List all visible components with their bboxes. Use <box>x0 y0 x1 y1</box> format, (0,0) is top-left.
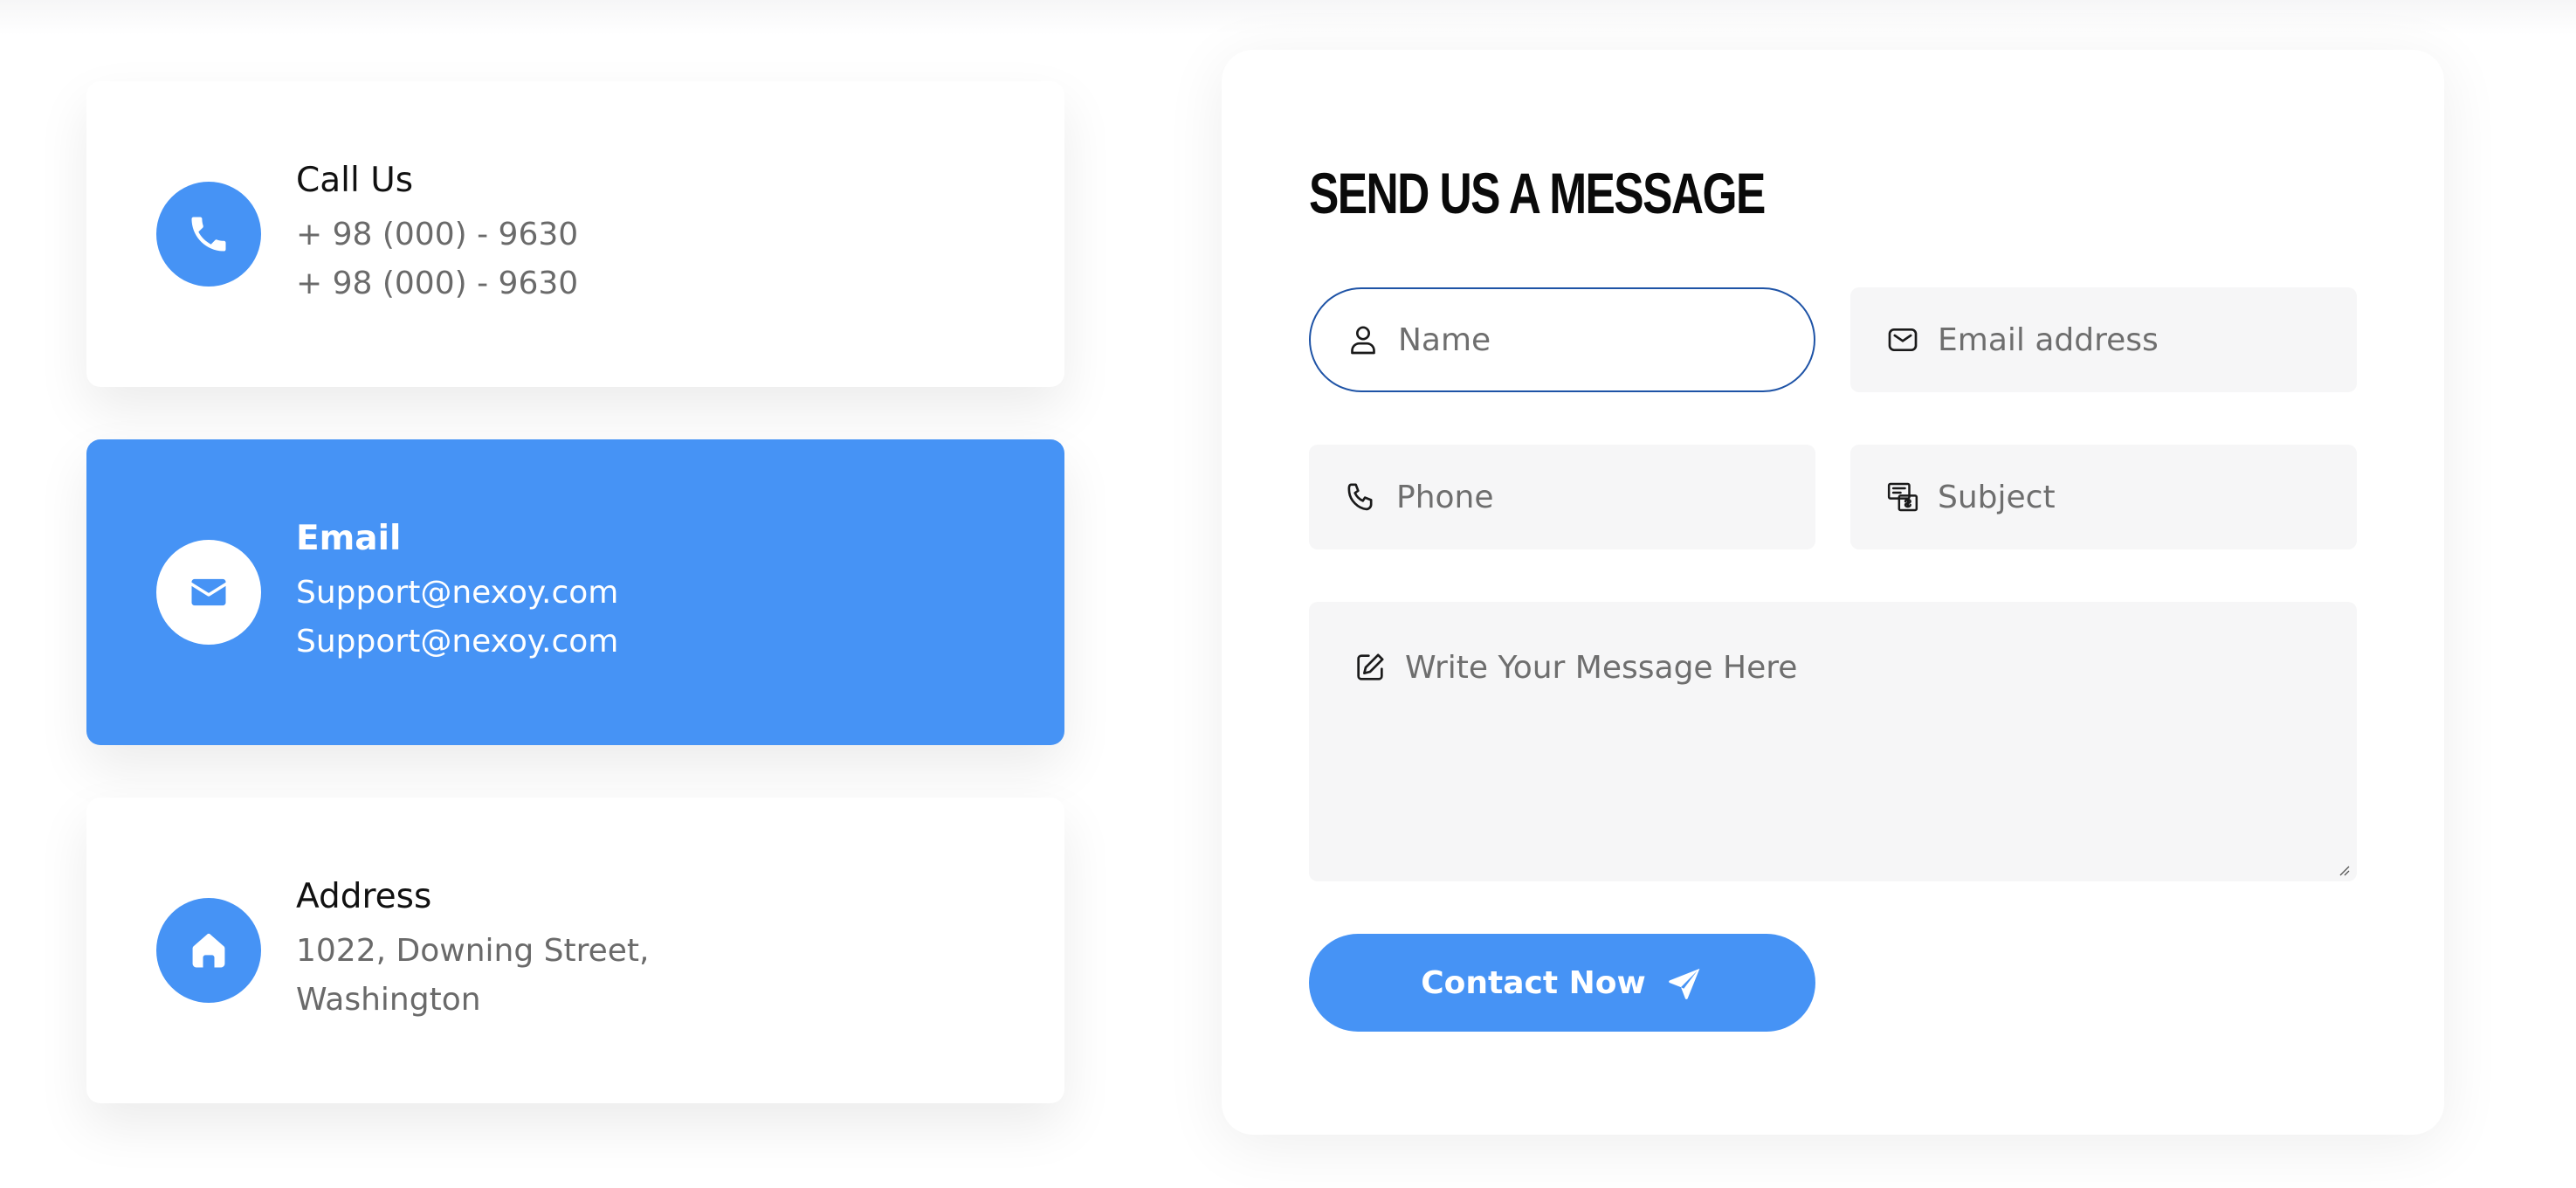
phone-outline-icon <box>1344 480 1379 515</box>
email-title: Email <box>296 519 402 558</box>
phone-number-2[interactable]: + 98 (000) - 9630 <box>296 259 578 308</box>
home-icon <box>156 898 261 1003</box>
form-title: SEND US A MESSAGE <box>1309 161 1766 225</box>
message-field[interactable] <box>1309 602 2357 881</box>
user-icon <box>1346 322 1381 357</box>
name-field[interactable] <box>1309 287 1815 392</box>
address-card: Address 1022, Downing Street, Washington <box>86 798 1064 1103</box>
contact-now-label: Contact Now <box>1421 964 1646 1001</box>
phone-number-1[interactable]: + 98 (000) - 9630 <box>296 211 578 259</box>
envelope-icon <box>156 540 261 645</box>
address-line-2: Washington <box>296 982 481 1018</box>
top-shadow <box>0 0 2576 35</box>
address-title: Address <box>296 877 432 916</box>
phone-input[interactable] <box>1396 445 1789 549</box>
send-icon <box>1668 968 1700 999</box>
address-line-1: 1022, Downing Street, <box>296 933 650 969</box>
edit-icon <box>1353 650 1388 685</box>
envelope-outline-icon <box>1885 322 1920 357</box>
call-us-card: Call Us + 98 (000) - 9630 + 98 (000) - 9… <box>86 81 1064 387</box>
email-address-2[interactable]: Support@nexoy.com <box>296 618 618 667</box>
email-input[interactable] <box>1938 287 2331 392</box>
phone-field[interactable] <box>1309 445 1815 549</box>
call-us-title: Call Us <box>296 161 414 200</box>
message-textarea[interactable] <box>1405 647 2331 864</box>
name-input[interactable] <box>1398 289 1787 390</box>
contact-now-button[interactable]: Contact Now <box>1309 934 1815 1032</box>
subject-input[interactable] <box>1938 445 2331 549</box>
phone-icon <box>156 182 261 287</box>
address-text: Address 1022, Downing Street, Washington <box>296 874 649 1025</box>
contact-form-panel: SEND US A MESSAGE Contact Now <box>1222 50 2444 1135</box>
email-card: Email Support@nexoy.com Support@nexoy.co… <box>86 439 1064 745</box>
email-address-1[interactable]: Support@nexoy.com <box>296 569 618 618</box>
email-text: Email Support@nexoy.com Support@nexoy.co… <box>296 516 618 667</box>
email-field[interactable] <box>1850 287 2357 392</box>
subject-field[interactable] <box>1850 445 2357 549</box>
resize-grip-icon[interactable] <box>2338 864 2350 876</box>
call-us-text: Call Us + 98 (000) - 9630 + 98 (000) - 9… <box>296 158 578 308</box>
subject-icon <box>1885 480 1920 515</box>
